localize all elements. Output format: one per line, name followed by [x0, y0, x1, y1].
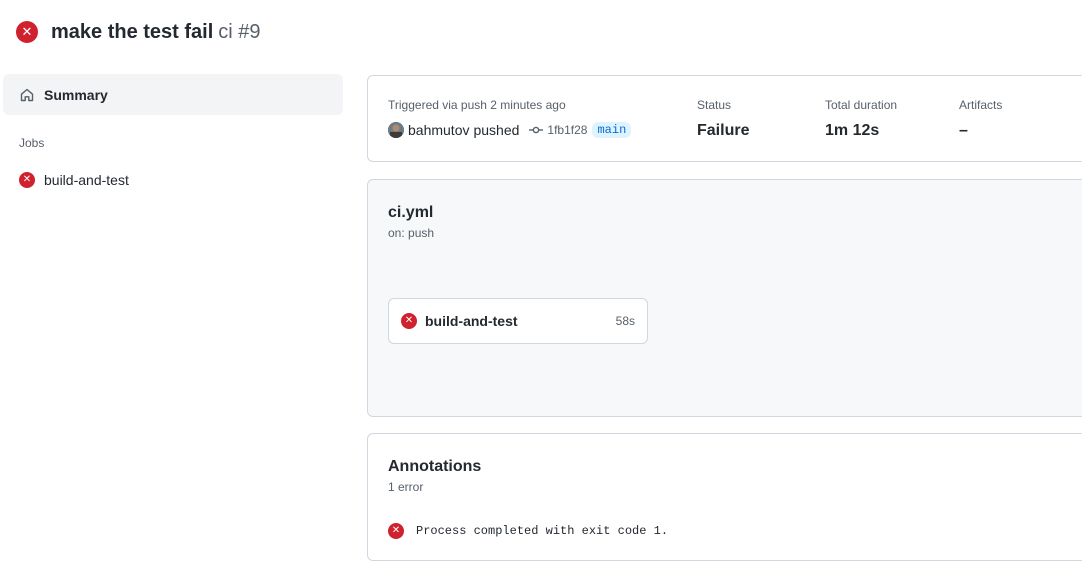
- branch-label[interactable]: main: [592, 122, 632, 138]
- trigger-row: bahmutov pushed 1fb1f28 main: [388, 122, 632, 138]
- workflow-file-name: ci.yml: [388, 204, 434, 221]
- annotations-card: Annotations 1 error ✕ Process completed …: [367, 433, 1082, 561]
- home-icon: [19, 87, 35, 103]
- job-duration: 58s: [615, 314, 635, 328]
- jobs-heading: Jobs: [19, 136, 45, 150]
- artifacts-label: Artifacts: [959, 98, 1003, 112]
- status-info: Status Failure: [697, 98, 749, 140]
- workflow-trigger: on: push: [388, 226, 435, 240]
- trigger-label: Triggered via push 2 minutes ago: [388, 98, 566, 112]
- run-header: ✕ make the test fail ci #9: [16, 19, 261, 45]
- commit-sha-link[interactable]: 1fb1f28: [547, 123, 587, 137]
- duration-info: Total duration 1m 12s: [825, 98, 897, 140]
- workflow-graph-card: ci.yml on: push ✕ build-and-test 58s: [367, 179, 1082, 417]
- sidebar-item-label: build-and-test: [44, 172, 129, 188]
- artifacts-value: –: [959, 122, 968, 139]
- annotation-item[interactable]: ✕ Process completed with exit code 1.: [388, 523, 668, 539]
- sidebar-item-label: Summary: [44, 86, 108, 103]
- avatar[interactable]: [388, 122, 404, 138]
- duration-label: Total duration: [825, 98, 898, 112]
- job-node-label: build-and-test: [425, 313, 518, 329]
- run-title-text: make the test fail: [51, 20, 214, 43]
- duration-value: 1m 12s: [825, 122, 880, 139]
- annotation-message: Process completed with exit code 1.: [416, 524, 669, 538]
- failure-status-icon: ✕: [16, 21, 38, 43]
- status-label: Status: [697, 98, 732, 112]
- workflow-run-number: ci #9: [218, 20, 261, 43]
- job-node-build-and-test[interactable]: ✕ build-and-test 58s: [388, 298, 648, 344]
- sidebar-item-build-and-test[interactable]: ✕ build-and-test: [3, 172, 343, 188]
- x-circle-fill-icon: ✕: [19, 172, 35, 188]
- push-action-text: pushed: [473, 122, 520, 138]
- x-circle-fill-icon: ✕: [388, 523, 404, 539]
- run-title: make the test fail ci #9: [51, 21, 261, 44]
- trigger-info: Triggered via push 2 minutes ago bahmuto…: [388, 98, 632, 138]
- sidebar-item-summary[interactable]: Summary: [3, 74, 343, 115]
- x-circle-fill-icon: ✕: [401, 313, 417, 329]
- run-info-card: Triggered via push 2 minutes ago bahmuto…: [367, 75, 1082, 162]
- git-commit-icon: [529, 123, 544, 137]
- annotations-title: Annotations: [388, 458, 482, 475]
- annotations-count: 1 error: [388, 480, 424, 494]
- username-link[interactable]: bahmutov: [408, 122, 469, 138]
- status-value: Failure: [697, 122, 750, 139]
- artifacts-info: Artifacts –: [959, 98, 1002, 140]
- sidebar: Summary Jobs ✕ build-and-test: [3, 74, 343, 188]
